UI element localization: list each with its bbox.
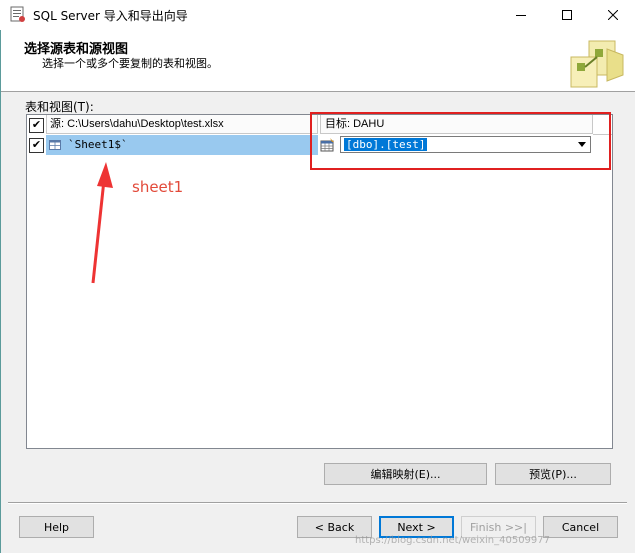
cancel-button[interactable]: Cancel <box>543 516 618 538</box>
worksheet-icon <box>49 140 61 150</box>
window-left-border <box>0 30 1 553</box>
maximize-button[interactable] <box>544 0 590 30</box>
wizard-logo-icon <box>570 40 624 88</box>
minimize-button[interactable] <box>498 0 544 30</box>
watermark-text: https://blog.csdn.net/weixin_40509977 <box>355 535 551 546</box>
wizard-window: SQL Server 导入和导出向导 选择源表和源视图 选择一个或多个要复制的表… <box>0 0 635 553</box>
minimize-icon <box>516 15 526 16</box>
page-subtitle: 选择一个或多个要复制的表和视图。 <box>42 57 218 70</box>
help-button[interactable]: Help <box>19 516 94 538</box>
preview-button[interactable]: 预览(P)... <box>495 463 611 485</box>
footer-separator <box>8 502 627 504</box>
tables-views-label: 表和视图(T): <box>25 100 94 114</box>
title-bar: SQL Server 导入和导出向导 <box>0 0 635 31</box>
select-all-checkbox[interactable]: ✔ <box>29 118 44 133</box>
close-icon <box>608 10 618 20</box>
row-checkbox[interactable]: ✔ <box>29 138 44 153</box>
source-column-header[interactable]: 源: C:\Users\dahu\Desktop\test.xlsx <box>46 115 318 134</box>
annotation-arrow-icon <box>91 162 113 284</box>
wizard-header: 选择源表和源视图 选择一个或多个要复制的表和视图。 <box>0 30 635 92</box>
annotation-highlight-box <box>310 112 611 170</box>
annotation-label: sheet1 <box>132 178 184 196</box>
app-icon <box>10 6 25 22</box>
edit-mappings-button[interactable]: 编辑映射(E)... <box>324 463 487 485</box>
window-title: SQL Server 导入和导出向导 <box>33 9 188 23</box>
close-button[interactable] <box>590 0 635 30</box>
maximize-icon <box>562 10 572 20</box>
